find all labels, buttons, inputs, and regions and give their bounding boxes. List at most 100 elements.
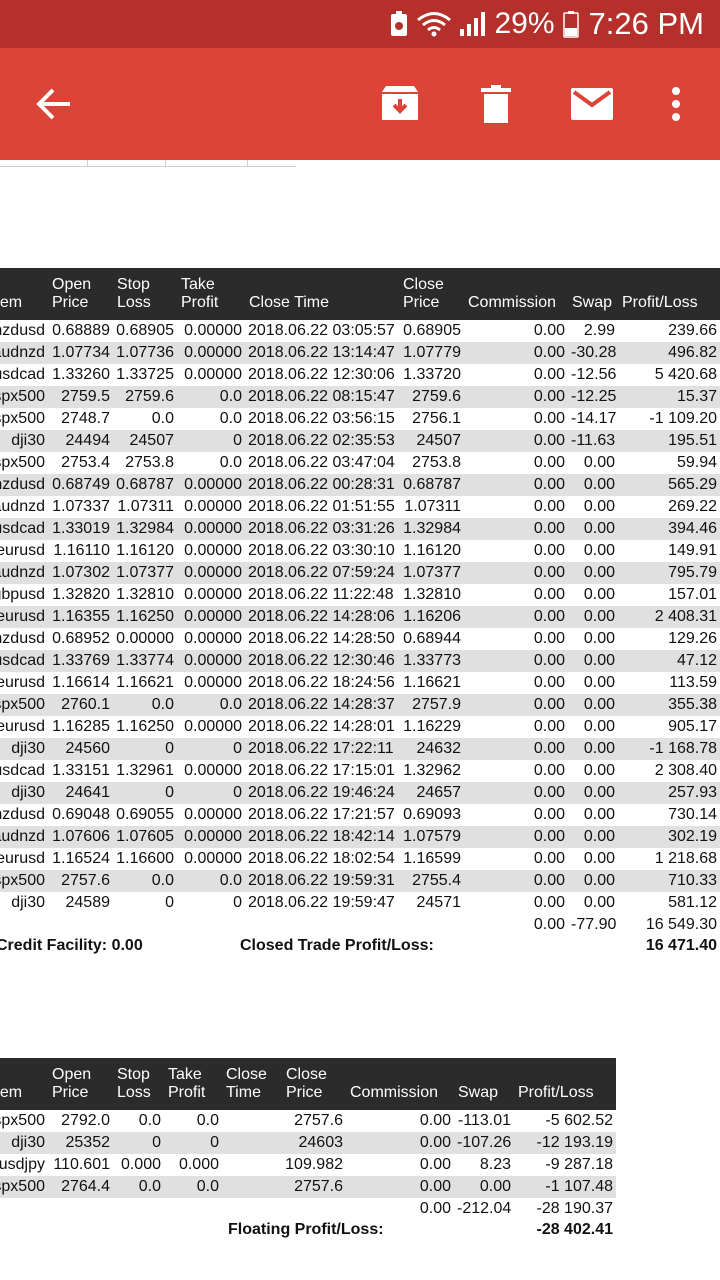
table-cell: 25352 <box>48 1132 113 1154</box>
table-cell: 1.07377 <box>399 562 464 584</box>
table-cell: 0 <box>177 738 245 760</box>
empty-cell <box>113 914 177 936</box>
table-cell: 2018.06.22 03:47:04 <box>248 454 395 471</box>
closed-profit-value: 16 471.40 <box>645 937 717 954</box>
table-remnant <box>0 160 296 167</box>
table-cell: -11.63 <box>568 430 618 452</box>
table-cell: 0.00 <box>419 1112 451 1129</box>
table-cell: -9 287.18 <box>545 1156 613 1173</box>
table-cell: usdjpy <box>0 1156 45 1173</box>
table-cell: 0.00000 <box>184 366 242 383</box>
table-cell: 113.59 <box>669 674 717 691</box>
empty-cell <box>0 1198 48 1220</box>
col-take-profit: Take Profit <box>164 1058 222 1110</box>
table-cell: dji30 <box>0 782 48 804</box>
table-cell: 0.0 <box>177 386 245 408</box>
table-row: dji30 24589 0 0 2018.06.22 19:59:47 24571 0.00… <box>0 892 720 914</box>
battery-icon <box>562 10 579 38</box>
table-cell: 0.00 <box>568 606 618 628</box>
table-cell: 0.00 <box>533 674 565 691</box>
table-cell: 0.00 <box>568 650 618 672</box>
table-row: audnzd1.077341.077360.000002018.06.22 13… <box>0 342 720 364</box>
table-cell: 0.00 <box>533 542 565 559</box>
table-cell: 1.16120 <box>116 542 174 559</box>
delete-button[interactable] <box>466 48 526 160</box>
table-cell: 2759.5 <box>48 386 113 408</box>
floating-table-header: Item Open Price Stop Loss Take Profit Cl… <box>0 1058 616 1110</box>
table-cell: 0.0 <box>177 870 245 892</box>
table-cell: 2018.06.22 03:31:26 <box>245 518 399 540</box>
table-cell: audnzd <box>0 562 48 584</box>
table-cell: 0.00000 <box>177 650 245 672</box>
table-cell: 0.00000 <box>177 518 245 540</box>
table-cell: 0.68889 <box>52 322 110 339</box>
table-cell: 8.23 <box>479 1156 511 1173</box>
mail-button[interactable] <box>562 48 622 160</box>
empty-cell <box>245 914 399 936</box>
table-row: usdjpy 110.601 0.000 0.000 109.982 0.00 8.23 -9… <box>0 1154 616 1176</box>
table-cell: 0.00000 <box>184 850 242 867</box>
floating-profit-value: -28 402.41 <box>536 1221 613 1238</box>
battery-saver-icon <box>389 10 409 38</box>
table-cell: 0.00 <box>346 1132 454 1154</box>
table-cell: 2.99 <box>583 322 615 339</box>
table-cell: -12.25 <box>568 386 618 408</box>
table-cell: 269.22 <box>668 498 717 515</box>
archive-icon <box>382 86 418 120</box>
table-row: dji30 24494 24507 0 2018.06.22 02:35:53 24507… <box>0 430 720 452</box>
table-cell: 1.16599 <box>403 850 461 867</box>
table-cell: 1.07606 <box>48 826 113 848</box>
more-options-button[interactable] <box>656 48 696 160</box>
table-cell: 2018.06.22 17:21:57 <box>248 806 395 823</box>
col-take-profit: Take Profit <box>177 268 245 320</box>
table-row: usdcad 1.33260 1.33725 0.00000 2018.06.22 12… <box>0 364 720 386</box>
table-cell: -107.26 <box>454 1132 514 1154</box>
table-cell: 0.000 <box>120 1156 161 1173</box>
table-cell: 0.00 <box>533 586 565 603</box>
table-cell: spx500 <box>0 386 48 408</box>
table-cell: 0.00000 <box>177 342 245 364</box>
table-cell: 0.00 <box>568 738 618 760</box>
table-cell: 905.17 <box>668 718 717 735</box>
table-cell: 1.32962 <box>403 762 461 779</box>
table-cell: 581.12 <box>668 894 717 911</box>
table-cell: 1.07311 <box>404 498 461 515</box>
table-cell: 2018.06.22 14:28:37 <box>245 694 399 716</box>
table-cell: 0.00 <box>533 410 565 427</box>
table-row: nzdusd 0.68952 0.00000 0.00000 2018.06.22 14… <box>0 628 720 650</box>
table-cell: 2018.06.22 12:30:46 <box>245 650 399 672</box>
total-swap: -77.90 <box>571 916 617 933</box>
mail-icon <box>571 88 613 120</box>
table-cell: 110.601 <box>53 1156 110 1173</box>
closed-table-header: Item Open Price Stop Loss Take Profit Cl… <box>0 268 720 320</box>
table-cell: 1.07311 <box>117 498 174 515</box>
table-cell: -12 193.19 <box>514 1132 616 1154</box>
table-cell: 730.14 <box>668 806 717 823</box>
table-cell: 1.07337 <box>52 498 110 515</box>
table-cell: nzdusd <box>0 474 48 496</box>
archive-button[interactable] <box>370 48 430 160</box>
back-button[interactable] <box>22 48 86 160</box>
table-cell: 0.0 <box>219 454 242 471</box>
table-cell: 2018.06.22 13:14:47 <box>245 342 399 364</box>
table-cell: 1.07579 <box>399 826 464 848</box>
table-cell: 0.68905 <box>403 322 461 339</box>
table-row: audnzd1.073021.073770.000002018.06.22 07… <box>0 562 720 584</box>
table-cell: 355.38 <box>618 694 720 716</box>
table-row: usdcad1.330191.329840.000002018.06.22 03… <box>0 518 720 540</box>
table-cell: 1.16229 <box>403 718 461 735</box>
table-cell: 2018.06.22 17:22:11 <box>245 738 399 760</box>
table-cell: 0.00 <box>583 542 615 559</box>
table-cell: 0.00 <box>464 870 568 892</box>
table-cell: spx500 <box>0 1112 45 1129</box>
table-cell: 109.982 <box>285 1156 343 1173</box>
table-cell: 2018.06.22 19:59:31 <box>245 870 399 892</box>
table-cell: 24494 <box>48 430 113 452</box>
table-cell: 2018.06.22 17:15:01 <box>248 762 395 779</box>
col-close-price: Close Price <box>399 268 464 320</box>
table-cell: 1.16621 <box>116 674 174 691</box>
table-cell: 2792.0 <box>61 1112 110 1129</box>
table-cell: -1 107.48 <box>514 1176 616 1198</box>
table-cell: 302.19 <box>618 826 720 848</box>
table-cell: 0.68944 <box>403 630 461 647</box>
